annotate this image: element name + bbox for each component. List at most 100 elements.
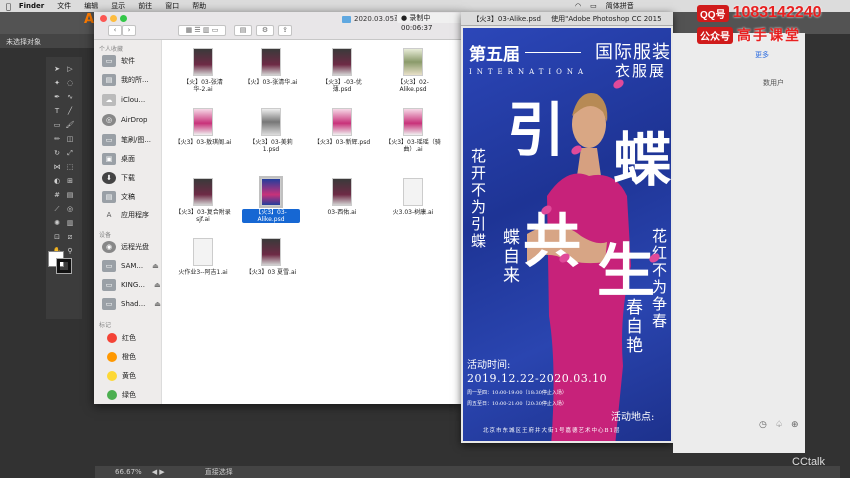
share-button[interactable]: ⇪ [278,25,292,36]
sidebar-item-shad[interactable]: ▭ Shad... ⏏ [102,297,161,311]
menu-file[interactable]: 文件 [57,1,71,11]
sidebar-tag-yellow[interactable]: 黄色 [102,369,136,383]
file-item[interactable]: 【火3】03-敖琪阁.ai [174,108,232,146]
menu-window[interactable]: 窗口 [165,1,179,11]
perspective-icon[interactable]: ⊞ [65,177,75,185]
battery-icon[interactable]: ▭ [590,2,597,10]
selection-tool-icon[interactable]: ➤ [52,65,62,73]
curvature-tool-icon[interactable]: ∿ [65,93,75,101]
eject-icon[interactable]: ⏏ [152,262,159,270]
pen-tool-icon[interactable]: ✒ [52,93,62,101]
apple-icon[interactable]:  [6,2,11,11]
stroke-color-swatch[interactable] [56,258,72,274]
sidebar-item-documents[interactable]: ▤ 文稿 [102,190,135,204]
blend-icon[interactable]: ◎ [65,205,75,213]
direct-selection-tool-icon[interactable]: ▷ [65,65,75,73]
file-item[interactable]: 03-西佑.ai [313,178,371,216]
file-item-selected[interactable]: 【火3】03-Alike.psd [242,176,300,223]
close-button[interactable] [100,15,107,22]
sidebar-item-sam[interactable]: ▭ SAM... ⏏ [102,259,159,273]
menu-edit[interactable]: 编辑 [84,1,98,11]
scale-icon[interactable]: ⤢ [65,149,75,157]
action-gear-button[interactable]: ⚙ [256,25,274,36]
bell-icon[interactable]: ♤ [775,420,783,430]
artboard-nav[interactable]: ◀ ▶ [152,468,165,476]
file-thumbnail [261,48,281,76]
mesh-icon[interactable]: # [52,191,62,199]
file-item[interactable]: 【火3】03 夏雪.ai [242,238,300,276]
zoom-level[interactable]: 66.67% [115,468,142,476]
shape-builder-icon[interactable]: ◐ [52,177,62,185]
eraser-icon[interactable]: ◫ [65,135,75,143]
artboard-icon[interactable]: ⊡ [52,233,62,241]
file-item[interactable]: 【火3】03-美莉1.psd [242,108,300,153]
file-item[interactable]: 【火】03-张清华-2.ai [174,48,232,93]
document-icon: ▤ [102,191,116,203]
sidebar-item-brushes[interactable]: ▭ 笔刷/图... [102,133,151,147]
menu-help[interactable]: 帮助 [192,1,206,11]
zoom-button[interactable] [120,15,127,22]
file-item[interactable]: 【火3】03-复合附录sjf.ai [174,178,232,223]
sidebar-item-desktop[interactable]: ▣ 桌面 [102,152,135,166]
input-method[interactable]: 简体拼音 [606,1,634,11]
line-tool-icon[interactable]: ╱ [65,107,75,115]
file-item[interactable]: 火作业3--阿吉1.ai [174,238,232,276]
paintbrush-icon[interactable]: 🖌 [65,121,75,129]
file-item[interactable]: 火3.03-树康.ai [384,178,442,216]
sidebar-tag-red[interactable]: 红色 [102,331,136,345]
file-thumbnail [403,108,423,136]
sidebar-tag-orange[interactable]: 橙色 [102,350,136,364]
file-item[interactable]: 【火3】02-Alike.psd [384,48,442,93]
gradient-icon[interactable]: ▤ [65,191,75,199]
settings-icon[interactable]: ⊕ [791,420,799,430]
finder-window: ‹ › ▦ ☰ ▥ ▭ ▤ ⚙ ⇪ 2020.03.05草 ● 录制中00:06… [94,12,462,404]
file-item[interactable]: 【火3】03-瑶瑶（骑曲）.ai [384,108,442,153]
back-button[interactable]: ‹ [108,25,122,36]
pencil-icon[interactable]: ✏ [52,135,62,143]
open-with-label[interactable]: 使用"Adobe Photoshop CC 2015 [551,15,661,23]
forward-button[interactable]: › [122,25,136,36]
eyedropper-icon[interactable]: ⟋ [52,205,62,213]
slice-icon[interactable]: ⧄ [65,233,75,241]
poster-address: 北京市东城区王府井大街1号嘉德艺术中心B1层 [483,428,621,434]
sidebar-item-remote-disc[interactable]: ◉ 远程光盘 [102,240,149,254]
more-link[interactable]: 更多 [755,50,769,60]
magic-wand-icon[interactable]: ✦ [52,79,62,87]
apps-icon: A [106,211,112,219]
file-item[interactable]: 【火】03-张清华.ai [242,48,300,86]
eject-icon[interactable]: ⏏ [154,281,161,289]
sidebar-item-software[interactable]: ▭ 软件 [102,54,135,68]
free-transform-icon[interactable]: ⬚ [65,163,75,171]
sidebar-item-airdrop[interactable]: ◎ AirDrop [102,113,147,127]
finder-sidebar: 个人收藏 ▭ 软件 ▤ 我的所... ☁ iClou... ◎ AirDrop ▭ 笔刷/… [94,40,162,404]
type-tool-icon[interactable]: T [52,107,62,115]
lasso-icon[interactable]: ◌ [65,79,75,87]
sidebar-item-downloads[interactable]: ⬇ 下载 [102,171,135,185]
file-item[interactable]: 【火3】-03-优薄.psd [313,48,371,93]
sidebar-item-applications[interactable]: A 应用程序 [102,208,149,222]
graph-tool-icon[interactable]: ▥ [65,219,75,227]
sidebar-item-my-files[interactable]: ▤ 我的所... [102,73,149,87]
menu-view[interactable]: 显示 [111,1,125,11]
sidebar-tag-green[interactable]: 绿色 [102,388,136,402]
model-neck [577,148,601,176]
sidebar-item-icloud[interactable]: ☁ iClou... [102,93,145,107]
rectangle-tool-icon[interactable]: ▭ [52,121,62,129]
rotate-icon[interactable]: ↻ [52,149,62,157]
minimize-button[interactable] [110,15,117,22]
symbol-sprayer-icon[interactable]: ✺ [52,219,62,227]
wifi-icon[interactable]: ◠ [575,2,581,10]
users-label: 数用户 [763,79,784,87]
file-item[interactable]: 【火3】03-新辉.psd [313,108,371,146]
arrange-button[interactable]: ▤ [234,25,252,36]
menu-finder[interactable]: Finder [19,2,44,10]
gzh-badge: 公众号 [697,26,733,44]
menu-go[interactable]: 前往 [138,1,152,11]
zoom-tool-icon[interactable]: ⚲ [65,247,75,255]
selection-status: 未选择对象 [0,34,95,48]
clock-icon[interactable]: ◷ [759,420,767,430]
width-tool-icon[interactable]: ⋈ [52,163,62,171]
view-mode-control[interactable]: ▦ ☰ ▥ ▭ [178,25,226,36]
sidebar-item-king[interactable]: ▭ KING... ⏏ [102,278,161,292]
eject-icon[interactable]: ⏏ [154,300,161,308]
